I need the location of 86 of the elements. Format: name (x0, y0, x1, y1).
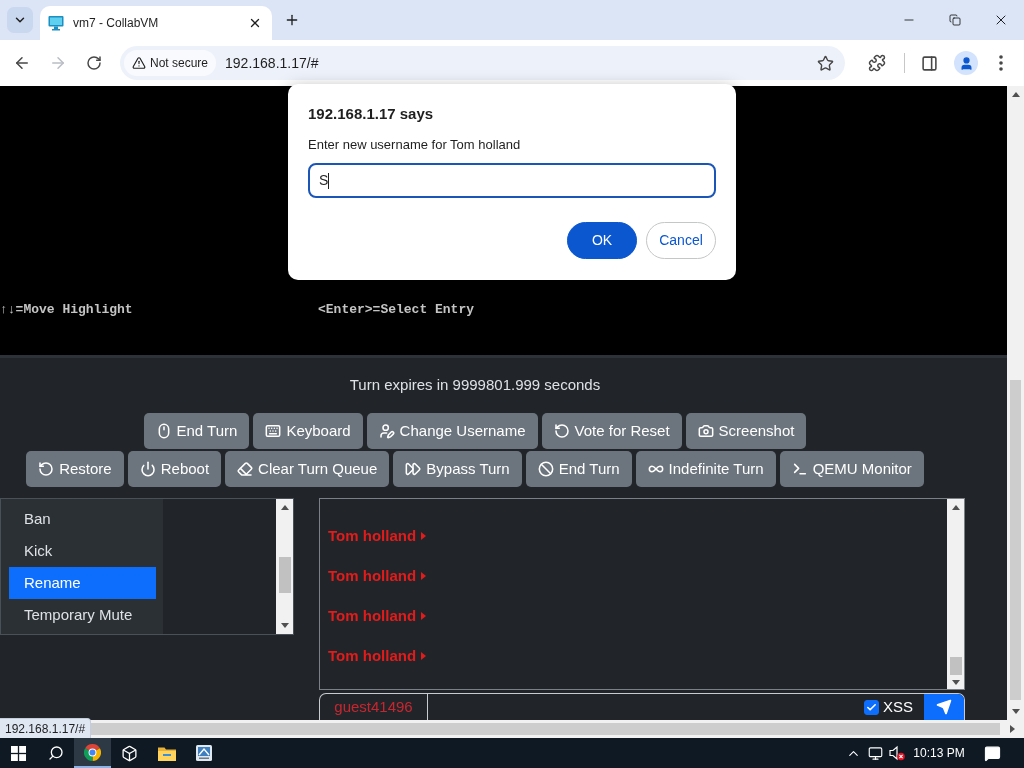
username-input[interactable]: S (308, 163, 716, 198)
triangle-icon (421, 532, 427, 540)
vote-reset-button[interactable]: Vote for Reset (541, 413, 682, 449)
forward-arrow-icon (49, 54, 67, 72)
screenshot-button[interactable]: Screenshot (685, 413, 807, 449)
monitor-favicon-icon (48, 15, 64, 31)
scroll-right-arrow-icon[interactable] (1009, 725, 1015, 733)
indefinite-turn-button[interactable]: Indefinite Turn (635, 451, 776, 487)
search-icon (47, 745, 64, 761)
address-bar[interactable]: Not secure 192.168.1.17/# (120, 46, 845, 80)
change-username-button[interactable]: Change Username (366, 413, 538, 449)
chat-username: Tom holland (328, 525, 417, 546)
scrollbar-thumb[interactable] (1010, 380, 1021, 700)
scroll-up-arrow-icon[interactable] (1011, 92, 1020, 97)
monitor-icon (867, 745, 883, 761)
chat-scrollbar[interactable] (947, 499, 964, 689)
context-menu-item[interactable]: Rename (9, 567, 156, 599)
clear-queue-button[interactable]: Clear Turn Queue (225, 451, 390, 487)
warning-icon (132, 56, 146, 70)
four-panes-icon (11, 745, 26, 761)
cube-icon (121, 744, 138, 762)
scroll-down-arrow-icon[interactable] (951, 679, 960, 685)
user-pen-icon (378, 423, 395, 439)
browser-logo-icon (84, 743, 101, 761)
scrollbar-thumb[interactable] (90, 723, 1000, 735)
page-vertical-scrollbar[interactable] (1007, 86, 1024, 720)
taskbar-clock: 10:13 PM (912, 745, 966, 762)
puzzle-icon (868, 54, 886, 72)
close-icon (248, 16, 262, 30)
power-icon (139, 461, 156, 477)
ok-button[interactable]: OK (567, 222, 637, 259)
triangle-icon (421, 612, 427, 620)
fast-forward-icon (405, 461, 422, 477)
camera-icon (697, 423, 714, 439)
app-tile-icon (195, 745, 212, 761)
turn-timer-text: Turn expires in 9999801.999 seconds (349, 376, 601, 394)
taskbar-app-button[interactable] (74, 738, 111, 768)
profile-button[interactable] (954, 51, 978, 75)
triangle-icon (421, 572, 427, 580)
browser-tab[interactable]: vm7 - CollabVM (40, 6, 272, 40)
qemu-monitor-button[interactable]: QEMU Monitor (779, 451, 924, 487)
security-chip[interactable]: Not secure (124, 50, 217, 76)
context-menu-item[interactable]: Temporary Mute (9, 599, 156, 631)
chat-username: Tom holland (328, 645, 417, 666)
reload-icon (86, 55, 102, 71)
keyboard-button[interactable]: Keyboard (253, 413, 363, 449)
muted-speaker-icon (889, 745, 905, 761)
undo-arrow-icon (553, 423, 570, 439)
message-icon (983, 744, 1001, 762)
scroll-up-arrow-icon[interactable] (280, 505, 289, 510)
restore-window-icon (949, 14, 961, 26)
context-menu-item[interactable]: Ban (9, 503, 156, 535)
keyboard-icon (265, 423, 282, 439)
scrollbar-thumb[interactable] (949, 657, 962, 675)
cancel-button[interactable]: Cancel (646, 222, 716, 259)
link-status-tooltip: 192.168.1.17/# (0, 718, 92, 738)
menu-icon (999, 55, 1003, 71)
vm-console-text: <Enter>=Select Entry (318, 302, 475, 317)
end-turn-button[interactable]: End Turn (525, 451, 632, 487)
reboot-button[interactable]: Reboot (127, 451, 222, 487)
user-list-scrollbar[interactable] (276, 499, 293, 634)
dialog-title: 192.168.1.17 says (308, 105, 435, 123)
side-panel-icon (920, 54, 938, 72)
person-icon (958, 55, 974, 71)
vm-console-text: ↑↓=Move Highlight (0, 302, 133, 317)
url-text: 192.168.1.17/# (225, 53, 319, 73)
terminal-prompt-icon (791, 461, 808, 477)
folder-icon (157, 745, 176, 761)
plus-icon (284, 12, 300, 28)
scroll-down-arrow-icon[interactable] (1011, 709, 1020, 714)
context-menu-item[interactable]: Kick (9, 535, 156, 567)
chat-username: Tom holland (328, 605, 417, 626)
dialog-message: Enter new username for Tom holland (308, 137, 522, 153)
chat-username: Tom holland (328, 565, 417, 586)
eraser-icon (237, 461, 254, 477)
triangle-icon (421, 652, 427, 660)
restore-button[interactable]: Restore (26, 451, 124, 487)
scroll-up-arrow-icon[interactable] (951, 505, 960, 510)
scroll-down-arrow-icon[interactable] (280, 623, 289, 628)
star-icon (816, 54, 834, 72)
tab-search-button[interactable] (7, 7, 33, 33)
scrollbar-thumb[interactable] (278, 557, 291, 593)
bypass-turn-button[interactable]: Bypass Turn (393, 451, 522, 487)
prohibited-icon (537, 461, 554, 477)
undo-arrow-icon (38, 461, 55, 477)
end-turn-button[interactable]: End Turn (143, 413, 250, 449)
